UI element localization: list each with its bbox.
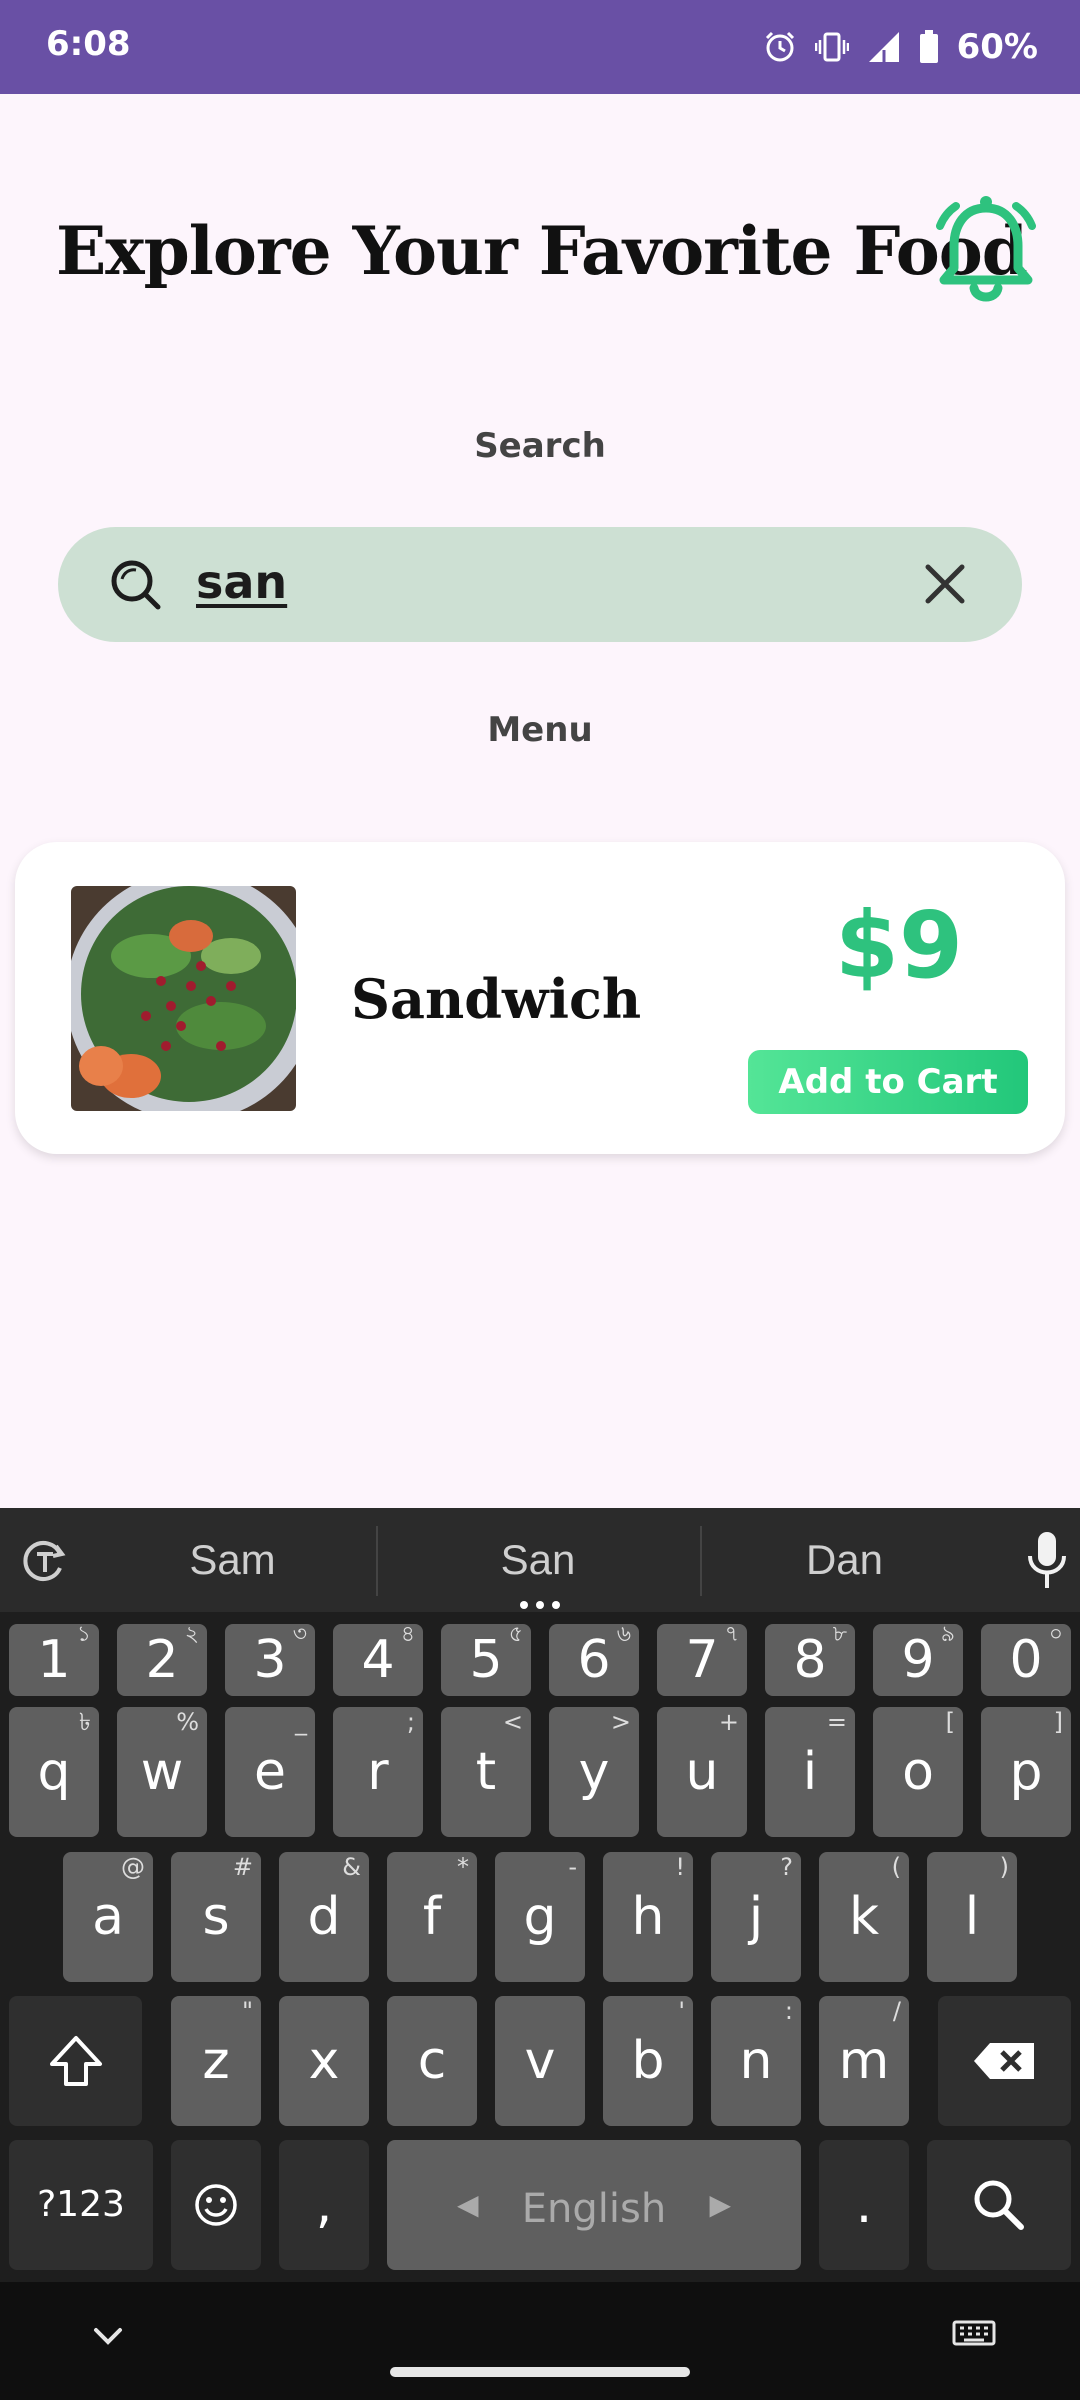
- key-8[interactable]: 8৮: [765, 1622, 855, 1696]
- key-b[interactable]: b ': [603, 1996, 693, 2126]
- space-left-arrow-icon: ◀: [457, 2188, 479, 2221]
- emoji-key[interactable]: [171, 2140, 261, 2270]
- keyboard-switch-icon[interactable]: [952, 2320, 996, 2355]
- backspace-icon: [973, 2043, 1034, 2079]
- key-j[interactable]: j?: [711, 1852, 801, 1982]
- key-a[interactable]: a @: [63, 1852, 153, 1982]
- key-9[interactable]: 9৯: [873, 1622, 963, 1696]
- status-icons: 60%: [763, 24, 1038, 70]
- suggestion-1[interactable]: Sam: [95, 1508, 370, 1612]
- key-3[interactable]: 3৩: [225, 1622, 315, 1696]
- key-w[interactable]: w%: [117, 1707, 207, 1837]
- search-icon: [108, 557, 164, 613]
- navigation-bar: [0, 2282, 1080, 2400]
- suggestion-3[interactable]: Dan: [707, 1508, 982, 1612]
- key-t[interactable]: t <: [441, 1707, 531, 1837]
- status-bar: 6:08 60%: [0, 0, 1080, 94]
- food-image: [71, 886, 296, 1111]
- hide-keyboard-chevron-icon[interactable]: [90, 2324, 126, 2353]
- key-n[interactable]: n:: [711, 1996, 801, 2126]
- search-action-key[interactable]: [927, 2140, 1071, 2270]
- key-0[interactable]: 0০: [981, 1622, 1071, 1696]
- spacebar[interactable]: ◀ English ▶: [387, 2140, 801, 2270]
- on-screen-keyboard: Sam San Dan 1১ 2২ 3৩ 4৪ 5৫ 6৬ 7৭ 8৮ 9৯ 0…: [0, 1508, 1080, 2400]
- key-g[interactable]: g-: [495, 1852, 585, 1982]
- search-icon: [974, 2180, 1024, 2230]
- key-i[interactable]: i =: [765, 1707, 855, 1837]
- signal-icon: [867, 30, 901, 64]
- page-title: Explore Your Favorite Food: [56, 212, 1028, 290]
- key-7[interactable]: 7৭: [657, 1622, 747, 1696]
- key-d[interactable]: d &: [279, 1852, 369, 1982]
- key-l[interactable]: l): [927, 1852, 1017, 1982]
- key-6[interactable]: 6৬: [549, 1622, 639, 1696]
- period-key[interactable]: .: [819, 2140, 909, 2270]
- add-to-cart-button[interactable]: Add to Cart: [748, 1050, 1028, 1114]
- menu-section-label: Menu: [487, 710, 593, 750]
- key-5[interactable]: 5৫: [441, 1622, 531, 1696]
- key-p[interactable]: p]: [981, 1707, 1071, 1837]
- key-4[interactable]: 4৪: [333, 1622, 423, 1696]
- notification-bell-icon[interactable]: [930, 190, 1042, 308]
- menu-item-name: Sandwich: [351, 967, 642, 1031]
- key-1[interactable]: 1১: [9, 1622, 99, 1696]
- search-section-label: Search: [474, 426, 606, 466]
- menu-item-price: $9: [835, 892, 964, 999]
- key-y[interactable]: y >: [549, 1707, 639, 1837]
- search-input[interactable]: san: [196, 555, 287, 609]
- home-gesture-pill[interactable]: [390, 2367, 690, 2377]
- menu-item-card[interactable]: Sandwich $9 Add to Cart: [15, 842, 1065, 1154]
- alarm-icon: [763, 30, 797, 64]
- clear-search-icon[interactable]: [922, 561, 968, 607]
- battery-icon: [919, 30, 939, 64]
- key-v[interactable]: v: [495, 1996, 585, 2126]
- key-r[interactable]: r;: [333, 1707, 423, 1837]
- suggestion-divider: [376, 1526, 378, 1596]
- suggestion-divider: [700, 1526, 702, 1596]
- shift-icon: [49, 2036, 102, 2086]
- key-k[interactable]: k(: [819, 1852, 909, 1982]
- more-suggestions-dots: [518, 1596, 562, 1609]
- key-q[interactable]: q ৳: [9, 1707, 99, 1837]
- keyboard-settings-icon[interactable]: [20, 1536, 70, 1591]
- key-x[interactable]: x: [279, 1996, 369, 2126]
- comma-key[interactable]: ,: [279, 2140, 369, 2270]
- key-s[interactable]: s #: [171, 1852, 261, 1982]
- battery-percentage: 60%: [956, 27, 1038, 67]
- key-u[interactable]: u +: [657, 1707, 747, 1837]
- key-e[interactable]: e _: [225, 1707, 315, 1837]
- search-bar[interactable]: san: [58, 527, 1022, 642]
- key-h[interactable]: h!: [603, 1852, 693, 1982]
- backspace-key[interactable]: [938, 1996, 1071, 2126]
- vibrate-icon: [814, 30, 849, 64]
- key-2[interactable]: 2২: [117, 1622, 207, 1696]
- microphone-icon[interactable]: [1026, 1530, 1068, 1595]
- spacebar-language: English: [521, 2186, 667, 2232]
- key-o[interactable]: o[: [873, 1707, 963, 1837]
- emoji-icon: [195, 2184, 237, 2226]
- symbols-key[interactable]: ?123: [9, 2140, 153, 2270]
- key-c[interactable]: c: [387, 1996, 477, 2126]
- suggestion-bar: Sam San Dan: [0, 1508, 1080, 1612]
- shift-key[interactable]: [9, 1996, 142, 2126]
- key-f[interactable]: f *: [387, 1852, 477, 1982]
- key-m[interactable]: m /: [819, 1996, 909, 2126]
- status-time: 6:08: [46, 24, 131, 64]
- key-z[interactable]: z ": [171, 1996, 261, 2126]
- space-right-arrow-icon: ▶: [709, 2188, 731, 2221]
